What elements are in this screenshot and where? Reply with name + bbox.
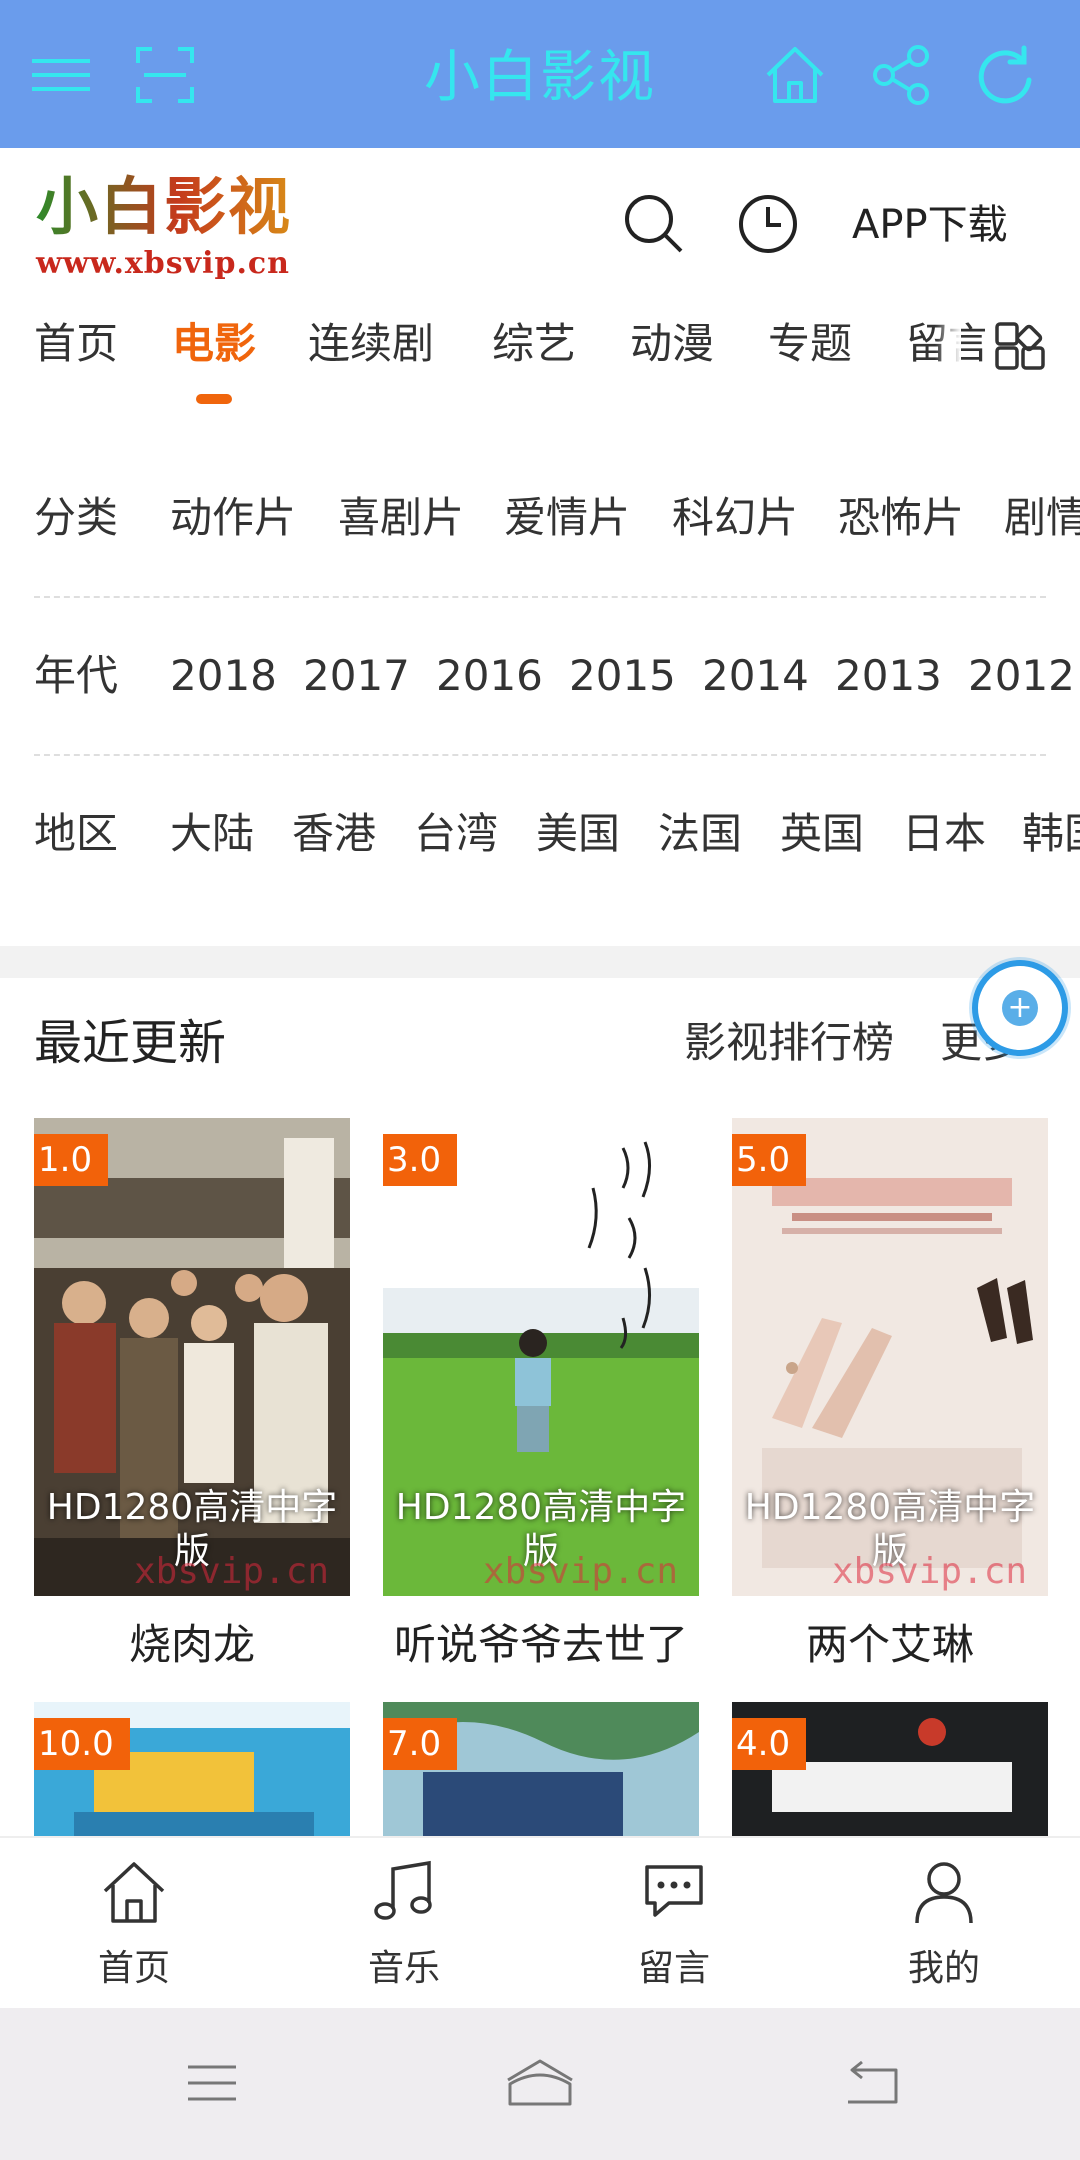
home-icon xyxy=(96,1854,172,1930)
share-icon[interactable] xyxy=(866,40,936,110)
filter-option[interactable]: 法国 xyxy=(658,804,742,864)
filter-option[interactable]: 2012 xyxy=(968,646,1075,706)
user-icon xyxy=(906,1854,982,1930)
movie-poster[interactable]: 7.0 xyxy=(383,1702,699,1836)
music-icon xyxy=(366,1854,442,1930)
filter-option[interactable]: 台湾 xyxy=(414,804,498,864)
ranking-link[interactable]: 影视排行榜 xyxy=(684,1012,894,1074)
bottom-nav-music[interactable]: 音乐 xyxy=(304,1854,504,2004)
movie-poster[interactable]: 10.0 xyxy=(34,1702,350,1836)
recent-apps-icon[interactable] xyxy=(172,2048,252,2118)
app-bar: 小白影视 xyxy=(0,0,1080,148)
tab-anime[interactable]: 动漫 xyxy=(630,316,714,372)
site-header: 小白影视 www.xbsvip.cn APP下载 xyxy=(0,148,1080,298)
section-title: 最近更新 xyxy=(34,1015,227,1071)
filter-option[interactable]: 英国 xyxy=(780,804,864,864)
filter-option[interactable]: 2017 xyxy=(303,646,410,706)
movie-poster[interactable]: 4.0 xyxy=(732,1702,1048,1836)
all-categories-icon[interactable] xyxy=(985,312,1055,382)
plus-icon: + xyxy=(1002,990,1038,1026)
score-badge: 3.0 xyxy=(383,1134,458,1186)
movie-poster[interactable]: 3.0 HD1280高清中字版 xbsvip.cn xyxy=(383,1118,699,1596)
tab-movies[interactable]: 电影 xyxy=(172,316,256,372)
watermark: xbsvip.cn xyxy=(832,1551,1028,1592)
filter-option[interactable]: 2015 xyxy=(569,646,676,706)
watermark: xbsvip.cn xyxy=(483,1551,679,1592)
watermark: xbsvip.cn xyxy=(134,1551,330,1592)
tab-home[interactable]: 首页 xyxy=(34,316,118,372)
floating-add-button[interactable]: + xyxy=(972,960,1068,1056)
bottom-nav-label: 音乐 xyxy=(367,1948,440,1989)
filter-row-year: 年代 2018 2017 2016 2015 2014 2013 2012 xyxy=(0,598,1080,756)
bottom-nav-label: 留言 xyxy=(637,1948,710,1989)
app-download-link[interactable]: APP下载 xyxy=(852,198,1008,252)
filter-label: 年代 xyxy=(34,651,119,700)
bottom-nav-label: 首页 xyxy=(97,1948,170,1989)
filter-label: 分类 xyxy=(34,493,119,542)
filter-label: 地区 xyxy=(34,809,119,858)
filter-option[interactable]: 日本 xyxy=(902,804,986,864)
filter-option[interactable]: 美国 xyxy=(536,804,620,864)
filter-option[interactable]: 科幻片 xyxy=(672,488,798,548)
bottom-nav-home[interactable]: 首页 xyxy=(34,1854,234,2004)
score-badge: 7.0 xyxy=(383,1718,458,1770)
menu-icon[interactable] xyxy=(26,40,96,110)
tabs-fade xyxy=(935,298,961,388)
filter-option[interactable]: 2018 xyxy=(170,646,277,706)
section-gap xyxy=(0,946,1080,978)
score-badge: 4.0 xyxy=(732,1718,807,1770)
movie-title[interactable]: 两个艾琳 xyxy=(732,1614,1048,1676)
movie-poster[interactable]: 5.0 HD1280高清中字版 xbsvip.cn xyxy=(732,1118,1048,1596)
scan-icon[interactable] xyxy=(130,40,200,110)
filter-option[interactable]: 大陆 xyxy=(170,804,254,864)
back-icon[interactable] xyxy=(830,2048,910,2118)
bottom-navigation: 首页 音乐 留言 我的 xyxy=(0,1836,1080,2008)
bottom-nav-profile[interactable]: 我的 xyxy=(844,1854,1044,2004)
score-badge: 1.0 xyxy=(34,1134,109,1186)
score-badge: 10.0 xyxy=(34,1718,130,1770)
movie-poster[interactable]: 1.0 HD1280高清中字版 xbsvip.cn xyxy=(34,1118,350,1596)
active-tab-indicator xyxy=(196,394,232,404)
chat-icon xyxy=(636,1854,712,1930)
filter-option[interactable]: 动作片 xyxy=(170,488,296,548)
bottom-nav-label: 我的 xyxy=(907,1948,980,1989)
filter-option[interactable]: 香港 xyxy=(292,804,376,864)
filter-option[interactable]: 韩国 xyxy=(1022,804,1080,864)
site-logo[interactable]: 小白影视 www.xbsvip.cn xyxy=(36,174,326,284)
filter-option[interactable]: 2016 xyxy=(436,646,543,706)
bottom-nav-messages[interactable]: 留言 xyxy=(574,1854,774,2004)
score-badge: 5.0 xyxy=(732,1134,807,1186)
tab-topics[interactable]: 专题 xyxy=(768,316,852,372)
tab-series[interactable]: 连续剧 xyxy=(308,316,434,372)
filter-option[interactable]: 喜剧片 xyxy=(338,488,464,548)
filter-option[interactable]: 2013 xyxy=(835,646,942,706)
app-title: 小白影视 xyxy=(424,45,656,110)
system-home-icon[interactable] xyxy=(500,2048,580,2118)
system-navigation-bar xyxy=(0,2008,1080,2160)
filter-option[interactable]: 爱情片 xyxy=(504,488,630,548)
home-icon[interactable] xyxy=(760,40,830,110)
logo-url: www.xbsvip.cn xyxy=(36,246,290,281)
filter-option[interactable]: 恐怖片 xyxy=(838,488,964,548)
category-tabs: 首页 电影 连续剧 综艺 动漫 专题 留言 xyxy=(0,298,1080,408)
filter-row-category: 分类 动作片 喜剧片 爱情片 科幻片 恐怖片 剧情片 xyxy=(0,440,1080,598)
history-icon[interactable] xyxy=(732,188,804,260)
filter-option[interactable]: 剧情片 xyxy=(1004,488,1080,548)
filter-panel: 分类 动作片 喜剧片 爱情片 科幻片 恐怖片 剧情片 年代 2018 2017 … xyxy=(0,440,1080,900)
filter-row-region: 地区 大陆 香港 台湾 美国 法国 英国 日本 韩国 xyxy=(0,756,1080,900)
filter-option[interactable]: 2014 xyxy=(702,646,809,706)
logo-text: 小白影视 xyxy=(36,170,293,243)
movie-title[interactable]: 烧肉龙 xyxy=(34,1614,350,1676)
movie-title[interactable]: 听说爷爷去世了 xyxy=(383,1614,699,1676)
tab-variety[interactable]: 综艺 xyxy=(492,316,576,372)
search-icon[interactable] xyxy=(618,188,690,260)
refresh-icon[interactable] xyxy=(970,40,1040,110)
